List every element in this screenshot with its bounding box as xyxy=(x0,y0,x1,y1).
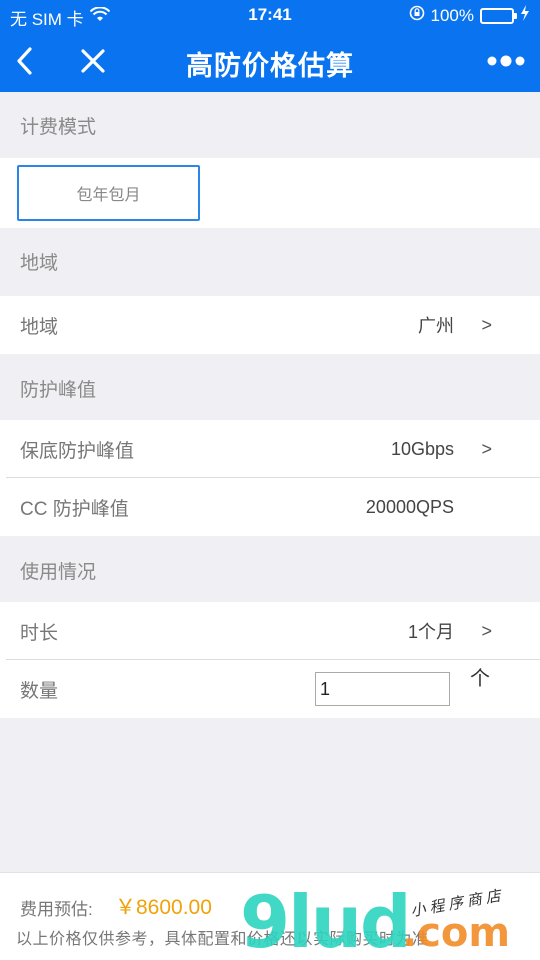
section-header-region: 地域 xyxy=(20,252,59,274)
duration-label: 时长 xyxy=(20,622,59,644)
section-header-protection: 防护峰值 xyxy=(20,379,97,401)
region-row[interactable]: 地域 广州 > xyxy=(0,296,540,354)
status-bar: 无 SIM 卡 17:41 100% xyxy=(0,0,540,30)
price-note: 以上价格仅供参考，具体配置和价格还以实际购买时为准 xyxy=(16,931,429,948)
base-protection-row[interactable]: 保底防护峰值 10Gbps > xyxy=(0,420,540,478)
quantity-unit: 个 xyxy=(470,668,490,690)
more-icon[interactable] xyxy=(486,44,526,78)
region-value: 广州 xyxy=(418,316,454,336)
duration-value: 1个月 xyxy=(407,622,454,642)
status-right: 100% xyxy=(409,5,530,26)
duration-row[interactable]: 时长 1个月 > xyxy=(0,602,540,660)
cost-value: ￥8600.00 xyxy=(115,896,212,919)
base-protection-value: 10Gbps xyxy=(390,438,454,459)
base-protection-label: 保底防护峰值 xyxy=(20,440,135,462)
chevron-right-icon: > xyxy=(481,620,492,641)
billing-mode-row: 包年包月 xyxy=(0,158,540,228)
cc-protection-row: CC 防护峰值 20000QPS xyxy=(0,478,540,536)
cc-protection-value: 20000QPS xyxy=(365,496,454,517)
nav-bar: 高防价格估算 xyxy=(0,30,540,92)
charging-icon xyxy=(520,5,530,26)
footer: 费用预估: ￥8600.00 以上价格仅供参考，具体配置和价格还以实际购买时为准 xyxy=(0,872,540,960)
cc-protection-label: CC 防护峰值 xyxy=(20,498,129,520)
quantity-row: 数量 个 xyxy=(0,660,540,718)
rotation-lock-icon xyxy=(409,5,425,26)
chevron-right-icon: > xyxy=(481,438,492,459)
quantity-input[interactable] xyxy=(315,672,450,706)
chevron-right-icon: > xyxy=(481,314,492,335)
region-label: 地域 xyxy=(20,316,59,338)
battery-icon xyxy=(480,7,517,24)
battery-percent: 100% xyxy=(430,5,474,25)
section-header-billing: 计费模式 xyxy=(20,116,97,138)
section-header-usage: 使用情况 xyxy=(20,561,97,583)
billing-mode-button[interactable]: 包年包月 xyxy=(17,165,200,221)
cost-label: 费用预估: xyxy=(20,900,93,919)
quantity-label: 数量 xyxy=(20,680,59,702)
page-title: 高防价格估算 xyxy=(186,51,354,81)
